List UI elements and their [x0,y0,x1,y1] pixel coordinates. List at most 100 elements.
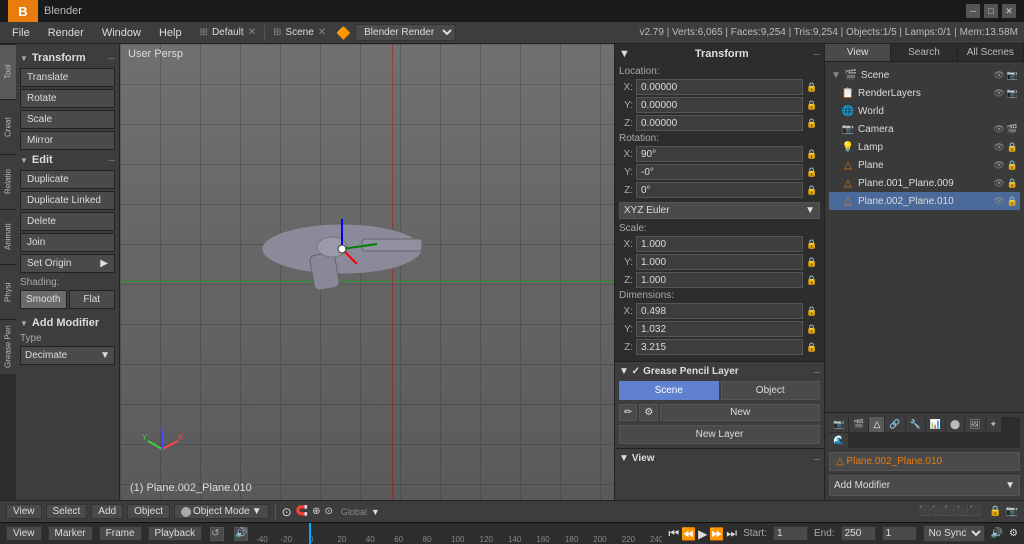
plane002-item[interactable]: △ Plane.002_Plane.010 👁 🔒 [829,192,1020,210]
minimize-button[interactable]: ─ [966,4,980,18]
camera-vis-icon[interactable]: 👁 [993,124,1004,135]
gp-settings-icon[interactable]: ⚙ [639,404,658,421]
rotation-z-input[interactable] [636,182,803,198]
dim-lock-y-icon[interactable]: 🔒 [806,324,820,335]
timeline-view-btn[interactable]: View [6,526,42,541]
duplicate-linked-button[interactable]: Duplicate Linked [20,191,115,210]
scale-z-input[interactable] [636,272,803,288]
join-button[interactable]: Join [20,233,115,252]
rotation-x-input[interactable] [636,146,803,162]
select-menu-button[interactable]: Select [46,504,88,519]
viewport[interactable]: X Y Z User Persp (1) Plane.002_Plane.010 [120,44,614,500]
plane001-item[interactable]: △ Plane.001_Plane.009 👁 🔒 [829,174,1020,192]
set-origin-button[interactable]: Set Origin ▶ [20,254,115,273]
location-y-input[interactable] [636,97,803,113]
lamp-render-icon[interactable]: 🔒 [1007,142,1018,153]
world-item[interactable]: 🌐 World [829,102,1020,120]
timeline-frame-btn[interactable]: Frame [99,526,142,541]
rotation-lock-y-icon[interactable]: 🔒 [806,167,820,178]
gp-new-layer-button[interactable]: New Layer [619,425,820,444]
scale-x-input[interactable] [636,236,803,252]
rotation-lock-x-icon[interactable]: 🔒 [806,149,820,160]
tab-relations[interactable]: Relatio [0,154,16,209]
plane002-vis-icon[interactable]: 👁 [993,196,1004,207]
object-menu-button[interactable]: Object [127,504,170,519]
flat-button[interactable]: Flat [69,290,116,309]
maximize-button[interactable]: □ [984,4,998,18]
play-button[interactable]: ▶ [698,527,707,541]
lock-y-icon[interactable]: 🔒 [806,100,820,111]
tab-search[interactable]: Search [891,44,957,61]
prop-tab-material[interactable]: ⬤ [946,417,964,432]
lamp-vis-icon[interactable]: 👁 [993,142,1004,153]
menu-item-help[interactable]: Help [151,25,190,41]
timeline-audio-icon[interactable]: 🔊 [234,527,248,541]
gp-object-tab[interactable]: Object [721,381,821,400]
timeline-extra-icon[interactable]: ⚙ [1009,528,1018,539]
render-layers-vis-icon[interactable]: 👁 [993,88,1004,99]
plane001-render-icon[interactable]: 🔒 [1007,178,1018,189]
scale-lock-y-icon[interactable]: 🔒 [806,257,820,268]
gp-new-button[interactable]: New [660,404,820,421]
scene-vis-icon[interactable]: 👁 [993,70,1004,81]
timeline-track[interactable]: -40 -20 0 20 40 60 80 100 120 140 160 18… [256,523,662,544]
tab-view[interactable]: View [825,44,891,61]
pivot-icon[interactable]: ⊙ [282,505,292,519]
rotation-lock-z-icon[interactable]: 🔒 [806,185,820,196]
plane-item[interactable]: △ Plane 👁 🔒 [829,156,1020,174]
step-forward-button[interactable]: ⏩ [709,527,724,541]
step-back-button[interactable]: ⏪ [681,527,696,541]
timeline-marker-btn[interactable]: Marker [48,526,93,541]
tab-all-scenes[interactable]: All Scenes [958,44,1024,61]
scale-y-input[interactable] [636,254,803,270]
current-frame-input[interactable] [882,526,917,541]
prop-tab-constraints[interactable]: 🔗 [885,417,904,432]
render-layers-cam-icon[interactable]: 📷 [1007,88,1018,99]
duplicate-button[interactable]: Duplicate [20,170,115,189]
rotation-y-input[interactable] [636,164,803,180]
rotate-button[interactable]: Rotate [20,89,115,108]
tab-tool[interactable]: Tool [0,44,16,99]
jump-end-button[interactable]: ⏭ [726,526,737,541]
modifier-type-select[interactable]: Decimate ▼ [20,346,115,365]
render-icon[interactable]: 📷 [1006,506,1018,517]
location-z-input[interactable] [636,115,803,131]
layer-dots-icon[interactable]: ⬛⬛⬛⬛⬛ [919,506,981,517]
transform-section-header[interactable]: ▼ Transform ─ [20,52,115,64]
plane001-vis-icon[interactable]: 👁 [993,178,1004,189]
menu-item-render[interactable]: Render [40,25,92,41]
prop-tab-object[interactable]: △ [869,417,884,432]
plane-render-icon[interactable]: 🔒 [1007,160,1018,171]
dim-z-input[interactable] [636,339,803,355]
prop-tab-texture[interactable]: 🖼 [965,417,984,432]
location-x-input[interactable] [636,79,803,95]
timeline-playback-btn[interactable]: Playback [148,526,203,541]
scale-lock-z-icon[interactable]: 🔒 [806,275,820,286]
prop-tab-scene[interactable]: 🎬 [849,417,868,432]
render-layers-item[interactable]: 📋 RenderLayers 👁 📷 [829,84,1020,102]
snap-options-icon[interactable]: ⊕ [312,506,320,517]
dim-lock-x-icon[interactable]: 🔒 [806,306,820,317]
add-modifier-button[interactable]: Add Modifier ▼ [829,475,1020,496]
mode-selector[interactable]: Object Mode ▼ [174,504,269,519]
timeline-loop-icon[interactable]: ↺ [210,527,224,541]
dim-x-input[interactable] [636,303,803,319]
gp-scene-tab[interactable]: Scene [619,381,719,400]
proportional-edit-icon[interactable]: ⊙ [325,506,333,517]
edit-section-header[interactable]: ▼ Edit ─ [20,154,115,166]
smooth-button[interactable]: Smooth [20,290,67,309]
tab-grease-pen[interactable]: Grease Pen [0,319,16,374]
view-menu-button[interactable]: View [6,504,42,519]
camera-item[interactable]: 📷 Camera 👁 🎬 [829,120,1020,138]
scene-root-item[interactable]: ▼ 🎬 Scene 👁 📷 [829,66,1020,84]
end-frame-input[interactable] [841,526,876,541]
plane002-render-icon[interactable]: 🔒 [1007,196,1018,207]
prop-tab-render[interactable]: 📷 [829,417,848,432]
start-frame-input[interactable] [773,526,808,541]
lock-x-icon[interactable]: 🔒 [806,82,820,93]
timeline-audio-btn[interactable]: 🔊 [991,528,1003,539]
scale-lock-x-icon[interactable]: 🔒 [806,239,820,250]
scene-render-icon[interactable]: 📷 [1007,70,1018,81]
prop-tab-particles[interactable]: ✦ [986,417,1002,432]
mirror-button[interactable]: Mirror [20,131,115,150]
